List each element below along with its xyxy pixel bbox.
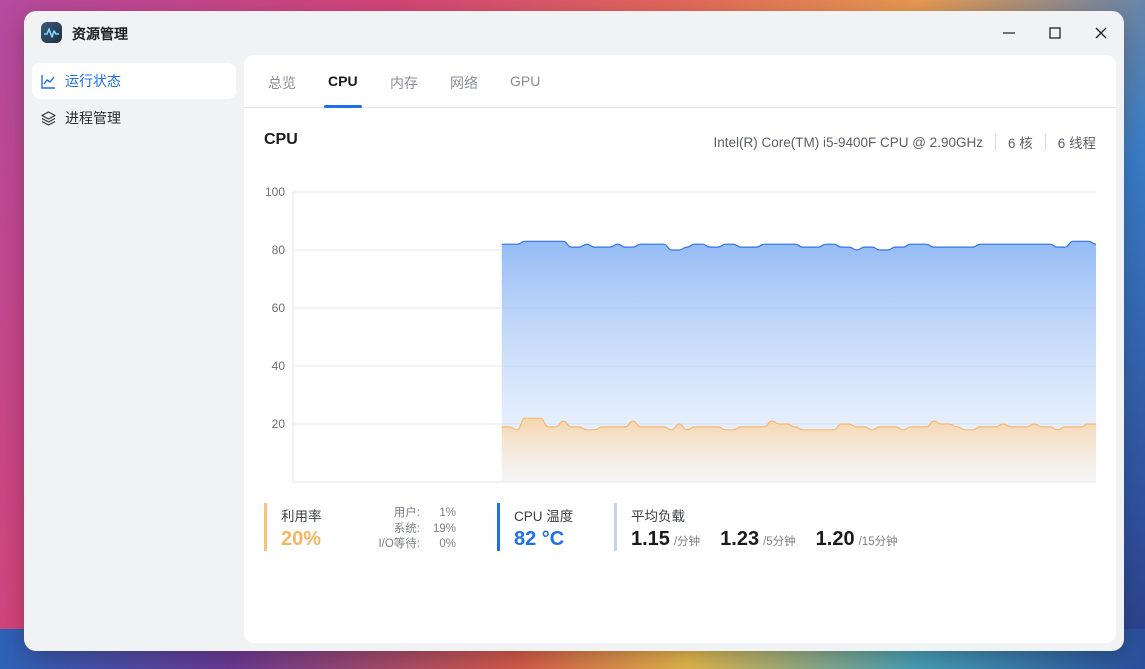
cpu-model: Intel(R) Core(TM) i5-9400F CPU @ 2.90GHz xyxy=(713,134,983,150)
sidebar: 运行状态 进程管理 xyxy=(32,63,236,137)
active-tab-indicator xyxy=(324,105,362,108)
close-button[interactable] xyxy=(1091,23,1111,43)
load-1min-unit: /分钟 xyxy=(673,536,701,548)
cpu-threads: 6 线程 xyxy=(1057,136,1096,151)
y-tick-label: 100 xyxy=(265,185,285,199)
io-wait-value: 0% xyxy=(439,538,456,550)
stats-row: 利用率 20% 用户: 1% 系统: 19% I/O等待: 0% CPU 温度 82 … xyxy=(264,503,1104,555)
minimize-button[interactable] xyxy=(999,23,1019,43)
tab-gpu[interactable]: GPU xyxy=(510,73,540,89)
load-average-values: 1.15 /分钟 1.23 /5分钟 1.20 /15分钟 xyxy=(631,528,974,551)
tab-bar: 总览 CPU 内存 网络 GPU xyxy=(244,55,1116,108)
temperature-label: CPU 温度 xyxy=(514,509,574,524)
maximize-icon xyxy=(1049,27,1061,39)
cpu-usage-chart: 20 40 60 80 100 xyxy=(265,185,1097,483)
tab-overview[interactable]: 总览 xyxy=(268,73,296,93)
window-title: 资源管理 xyxy=(72,26,128,42)
divider xyxy=(994,134,996,150)
temperature-value: 82 °C xyxy=(514,528,565,550)
app-monitor-icon xyxy=(41,22,62,43)
y-tick-label: 60 xyxy=(272,301,286,315)
y-tick-label: 40 xyxy=(272,359,286,373)
titlebar: 资源管理 xyxy=(24,11,1124,55)
load-5min-value: 1.23 xyxy=(720,528,760,550)
tab-cpu[interactable]: CPU xyxy=(328,73,358,89)
utilization-block: 利用率 20% 用户: 1% 系统: 19% I/O等待: 0% xyxy=(264,503,484,551)
utilization-breakdown: 用户: 1% 系统: 19% I/O等待: 0% xyxy=(362,506,456,553)
cpu-info: Intel(R) Core(TM) i5-9400F CPU @ 2.90GHz… xyxy=(713,132,1096,152)
tab-memory[interactable]: 内存 xyxy=(390,73,418,93)
sidebar-item-status[interactable]: 运行状态 xyxy=(32,63,236,99)
temperature-block: CPU 温度 82 °C xyxy=(497,503,602,551)
user-value: 1% xyxy=(439,507,456,519)
divider xyxy=(1044,134,1046,150)
main-panel: 总览 CPU 内存 网络 GPU CPU Intel(R) Core(TM) i… xyxy=(244,55,1116,643)
load-15min-unit: /15分钟 xyxy=(858,536,898,548)
load-5min-unit: /5分钟 xyxy=(763,536,796,548)
resource-manager-window: 资源管理 运行状态 进程管理 总览 CPU 内存 网络 GPU CPU Inte… xyxy=(24,11,1124,651)
io-wait-label: I/O等待: xyxy=(378,538,420,550)
close-icon xyxy=(1095,27,1107,39)
chart-line-icon xyxy=(41,74,55,89)
load-15min-value: 1.20 xyxy=(815,528,855,550)
section-title: CPU xyxy=(264,131,298,148)
sidebar-item-label: 运行状态 xyxy=(65,73,121,89)
user-label: 用户: xyxy=(393,507,420,519)
load-1min-value: 1.15 xyxy=(631,528,670,550)
tab-network[interactable]: 网络 xyxy=(450,73,478,93)
minimize-icon xyxy=(1003,32,1015,34)
system-label: 系统: xyxy=(393,522,420,535)
cpu-cores: 6 核 xyxy=(1007,136,1033,151)
load-average-block: 平均负载 1.15 /分钟 1.23 /5分钟 1.20 /15分钟 xyxy=(614,503,974,551)
maximize-button[interactable] xyxy=(1045,23,1065,43)
y-tick-label: 80 xyxy=(272,243,286,257)
load-average-label: 平均负载 xyxy=(631,509,685,524)
sidebar-item-label: 进程管理 xyxy=(65,110,121,126)
system-value: 19% xyxy=(432,522,456,535)
layers-icon xyxy=(41,110,56,126)
sidebar-item-processes[interactable]: 进程管理 xyxy=(32,100,236,136)
y-tick-label: 20 xyxy=(272,417,286,431)
